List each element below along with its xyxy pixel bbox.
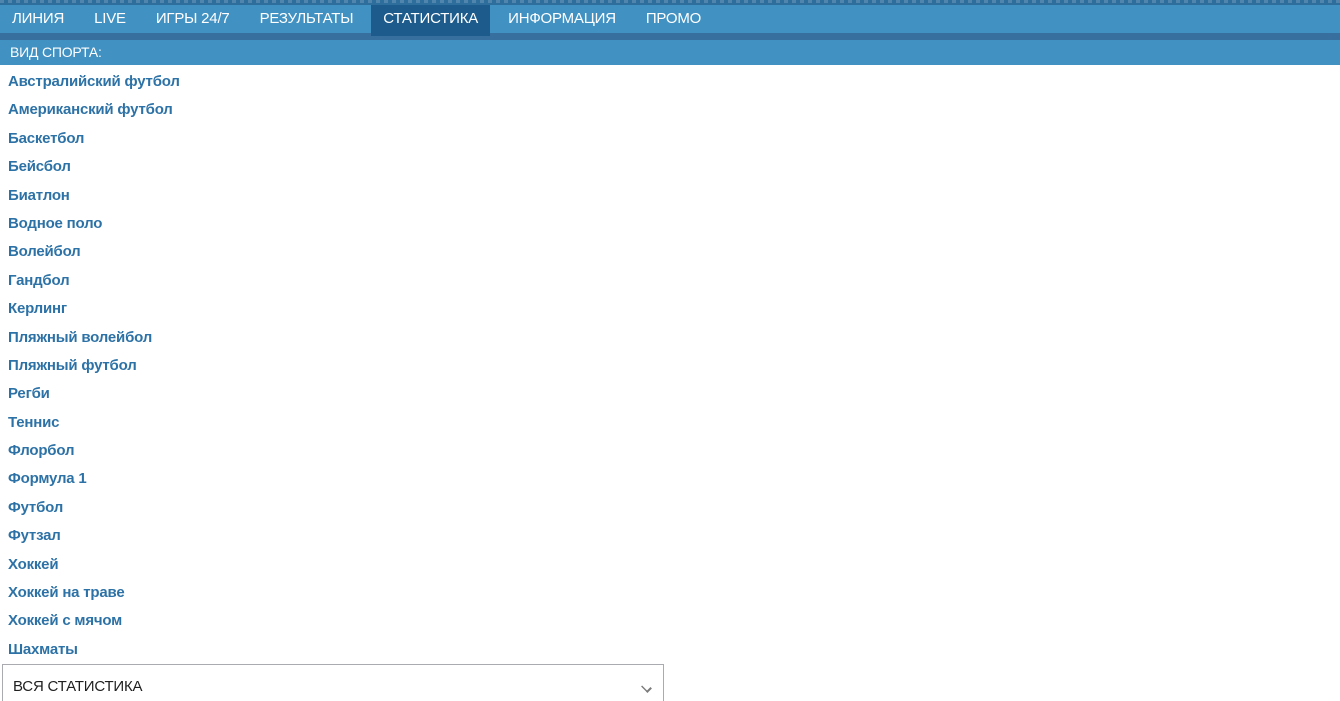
sport-link[interactable]: Пляжный волейбол [8, 329, 152, 346]
list-item: Регби [8, 380, 1340, 408]
list-item: Теннис [8, 409, 1340, 437]
sport-link[interactable]: Американский футбол [8, 101, 173, 118]
sport-link[interactable]: Хоккей на траве [8, 584, 125, 601]
sport-link[interactable]: Хоккей с мячом [8, 612, 122, 629]
list-item: Футбол [8, 494, 1340, 522]
list-item: Баскетбол [8, 125, 1340, 153]
list-item: Пляжный волейбол [8, 324, 1340, 352]
nav-tab[interactable]: РЕЗУЛЬТАТЫ [248, 5, 366, 33]
sport-link[interactable]: Пляжный футбол [8, 357, 137, 374]
nav-tab[interactable]: ПРОМО [634, 5, 713, 33]
list-item: Хоккей на траве [8, 579, 1340, 607]
sport-link[interactable]: Футзал [8, 527, 61, 544]
list-item: Флорбол [8, 437, 1340, 465]
list-item: Гандбол [8, 267, 1340, 295]
list-item: Шахматы [8, 636, 1340, 664]
list-item: Футзал [8, 522, 1340, 550]
top-nav: ЛИНИЯ LIVE ИГРЫ 24/7 РЕЗУЛЬТАТЫ СТАТИСТИ… [0, 0, 1340, 40]
list-item: Волейбол [8, 238, 1340, 266]
sport-link[interactable]: Формула 1 [8, 470, 87, 487]
sport-link[interactable]: Футбол [8, 499, 63, 516]
chevron-down-icon [641, 682, 650, 691]
sport-link[interactable]: Биатлон [8, 187, 70, 204]
nav-tab[interactable]: СТАТИСТИКА [371, 5, 491, 36]
list-item: Австралийский футбол [8, 68, 1340, 96]
main-nav-tabs: ЛИНИЯ LIVE ИГРЫ 24/7 РЕЗУЛЬТАТЫ СТАТИСТИ… [0, 5, 1340, 36]
sports-list: Австралийский футбол Американский футбол… [0, 68, 1340, 664]
sport-link[interactable]: Шахматы [8, 641, 78, 658]
nav-tab[interactable]: ИНФОРМАЦИЯ [496, 5, 628, 33]
sport-link[interactable]: Гандбол [8, 272, 70, 289]
sport-link[interactable]: Австралийский футбол [8, 73, 180, 90]
list-item: Бейсбол [8, 153, 1340, 181]
list-item: Пляжный футбол [8, 352, 1340, 380]
sport-link[interactable]: Бейсбол [8, 158, 71, 175]
list-item: Хоккей [8, 551, 1340, 579]
sport-kind-label: ВИД СПОРТА: [10, 44, 102, 60]
sport-link[interactable]: Водное поло [8, 215, 102, 232]
sport-link[interactable]: Керлинг [8, 300, 67, 317]
sport-link[interactable]: Баскетбол [8, 130, 84, 147]
statistics-filter-value: ВСЯ СТАТИСТИКА [13, 677, 143, 695]
sport-kind-header: ВИД СПОРТА: [0, 40, 1340, 65]
list-item: Американский футбол [8, 96, 1340, 124]
list-item: Формула 1 [8, 465, 1340, 493]
list-item: Керлинг [8, 295, 1340, 323]
sport-link[interactable]: Флорбол [8, 442, 74, 459]
list-item: Водное поло [8, 210, 1340, 238]
list-item: Хоккей с мячом [8, 607, 1340, 635]
nav-tab[interactable]: LIVE [82, 5, 138, 33]
nav-tab[interactable]: ИГРЫ 24/7 [144, 5, 242, 33]
statistics-filter-select[interactable]: ВСЯ СТАТИСТИКА [2, 664, 664, 701]
nav-divider [0, 33, 1340, 40]
sport-link[interactable]: Теннис [8, 414, 59, 431]
sport-link[interactable]: Волейбол [8, 243, 81, 260]
sport-link[interactable]: Регби [8, 385, 50, 402]
list-item: Биатлон [8, 182, 1340, 210]
sport-link[interactable]: Хоккей [8, 556, 59, 573]
nav-tab[interactable]: ЛИНИЯ [0, 5, 76, 33]
